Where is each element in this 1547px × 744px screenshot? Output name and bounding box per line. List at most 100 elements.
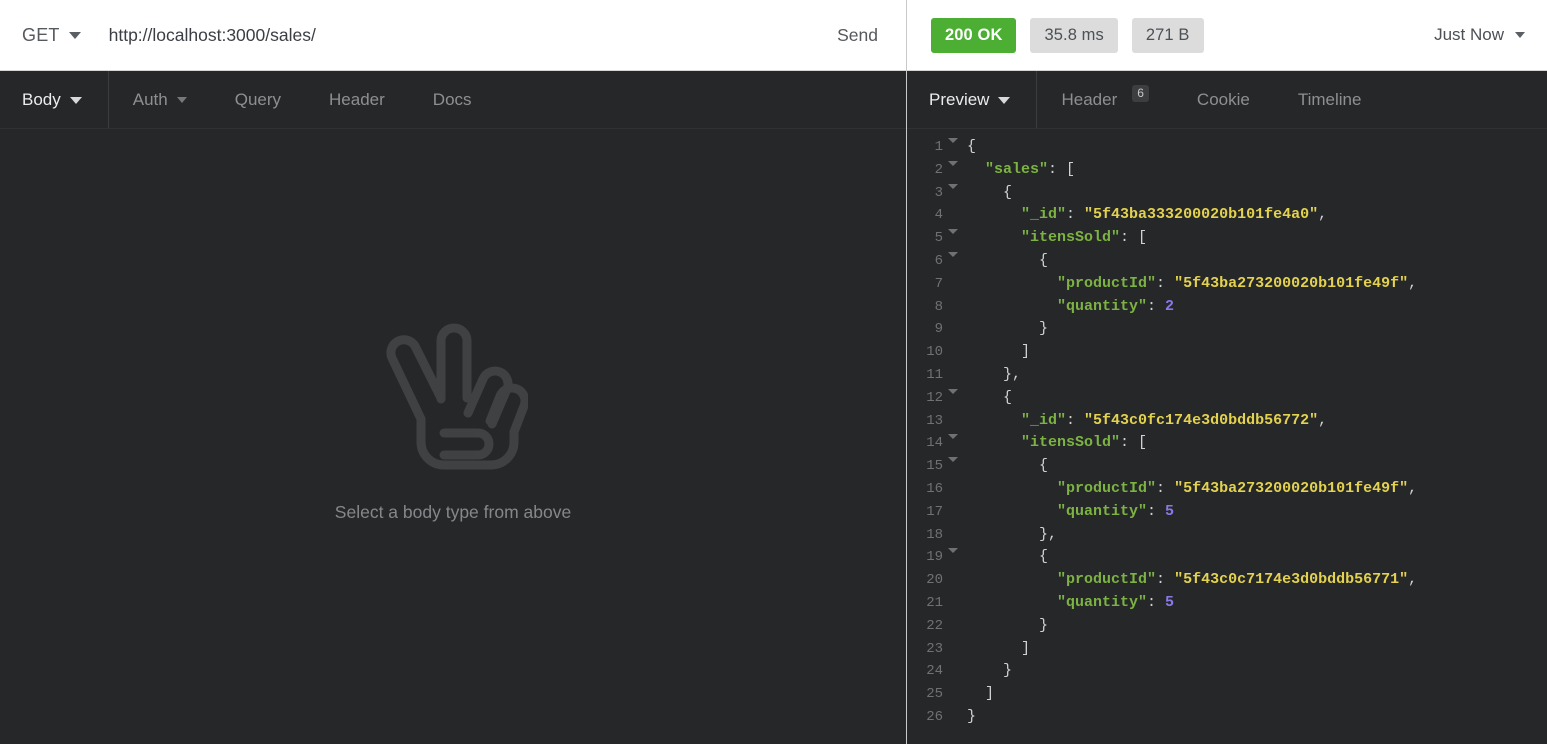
line-number: 9 <box>934 321 943 338</box>
fold-triangle-icon[interactable] <box>943 546 963 554</box>
line-number: 10 <box>926 344 943 361</box>
code-line: 6 { <box>907 250 1547 273</box>
tab-response-header-label: Header <box>1061 90 1118 109</box>
code-line: 19 { <box>907 546 1547 569</box>
code-text: { <box>1039 251 1049 269</box>
code-text: }, <box>1003 365 1022 383</box>
fold-triangle-icon[interactable] <box>943 159 963 166</box>
tab-cookie[interactable]: Cookie <box>1173 71 1274 129</box>
tab-timeline[interactable]: Timeline <box>1274 71 1386 129</box>
code-line: 26} <box>907 706 1547 729</box>
tab-preview-label: Preview <box>929 90 990 109</box>
code-line: 1{ <box>907 136 1547 159</box>
header-count-badge: 6 <box>1132 84 1149 102</box>
chevron-down-icon <box>176 97 187 103</box>
code-line: 21 "quantity": 5 <box>907 592 1547 615</box>
method-label: GET <box>22 24 60 45</box>
line-number: 20 <box>926 572 943 589</box>
line-number: 16 <box>926 480 943 497</box>
code-line: 24 } <box>907 660 1547 683</box>
tab-docs-label: Docs <box>432 90 472 109</box>
tab-query[interactable]: Query <box>211 71 305 129</box>
response-history-dropdown[interactable]: Just Now <box>1434 25 1525 45</box>
code-line: 14 "itensSold": [ <box>907 432 1547 455</box>
response-body-json[interactable]: 1{2 "sales": [3 {4 "_id": "5f43ba3332000… <box>907 129 1547 744</box>
fold-triangle-icon[interactable] <box>943 136 963 143</box>
code-text: "quantity": 5 <box>1057 593 1175 611</box>
code-line: 12 { <box>907 387 1547 410</box>
code-text: }, <box>1039 525 1058 543</box>
line-number: 23 <box>926 640 943 657</box>
request-tab-bar: Body Auth Query Header Docs <box>0 71 906 129</box>
code-text: ] <box>985 685 995 703</box>
code-line: 4 "_id": "5f43ba333200020b101fe4a0", <box>907 204 1547 227</box>
line-number: 24 <box>926 663 943 680</box>
insomnia-window: GET Send Body Auth Query Header Docs <box>0 0 1547 744</box>
line-number: 12 <box>926 389 943 406</box>
url-input[interactable] <box>80 24 818 46</box>
tab-response-header[interactable]: Header 6 <box>1037 71 1172 129</box>
code-line: 2 "sales": [ <box>907 159 1547 182</box>
line-number: 5 <box>934 230 943 247</box>
code-line: 5 "itensSold": [ <box>907 227 1547 250</box>
code-text: { <box>1039 548 1049 566</box>
fold-triangle-icon[interactable] <box>943 182 963 189</box>
code-text: "_id": "5f43ba333200020b101fe4a0", <box>1021 206 1328 224</box>
line-number: 7 <box>934 275 943 292</box>
chevron-down-icon <box>68 31 81 39</box>
body-empty-text: Select a body type from above <box>334 502 572 522</box>
response-time-badge: 35.8 ms <box>1030 17 1118 53</box>
line-number: 15 <box>926 458 943 475</box>
tab-docs[interactable]: Docs <box>409 71 496 129</box>
code-line: 15 { <box>907 455 1547 478</box>
line-number: 4 <box>934 207 943 224</box>
fold-triangle-icon[interactable] <box>943 387 963 394</box>
tab-auth[interactable]: Auth <box>109 71 211 129</box>
code-text: } <box>1003 662 1013 680</box>
code-line: 8 "quantity": 2 <box>907 296 1547 319</box>
code-text: "productId": "5f43ba273200020b101fe49f", <box>1057 274 1418 292</box>
fold-triangle-icon[interactable] <box>943 455 963 463</box>
method-dropdown[interactable]: GET <box>0 0 81 70</box>
tab-header[interactable]: Header <box>305 71 409 129</box>
send-button[interactable]: Send <box>817 25 906 46</box>
code-text: { <box>967 138 977 155</box>
fold-triangle-icon[interactable] <box>943 432 963 440</box>
code-text: { <box>1039 457 1049 475</box>
code-text: "itensSold": [ <box>1021 434 1148 452</box>
code-text: ] <box>1021 639 1031 657</box>
code-line: 16 "productId": "5f43ba273200020b101fe49… <box>907 478 1547 501</box>
code-line: 10 ] <box>907 341 1547 364</box>
chevron-down-icon <box>998 96 1011 104</box>
code-line: 17 "quantity": 5 <box>907 501 1547 524</box>
fold-triangle-icon[interactable] <box>943 227 963 235</box>
code-line: 25 ] <box>907 683 1547 706</box>
code-line: 22 } <box>907 615 1547 638</box>
tab-body[interactable]: Body <box>0 71 109 129</box>
code-line: 13 "_id": "5f43c0fc174e3d0bddb56772", <box>907 410 1547 433</box>
code-line: 9 } <box>907 318 1547 341</box>
line-number: 19 <box>926 549 943 566</box>
line-number: 6 <box>934 252 943 269</box>
tab-query-label: Query <box>234 90 282 109</box>
line-number: 1 <box>934 139 943 155</box>
line-number: 21 <box>926 594 943 611</box>
tab-preview[interactable]: Preview <box>907 71 1038 129</box>
tab-cookie-label: Cookie <box>1196 90 1250 109</box>
fold-triangle-icon[interactable] <box>943 250 963 257</box>
response-size-badge: 271 B <box>1131 17 1204 53</box>
line-number: 25 <box>926 686 943 703</box>
line-number: 22 <box>926 617 943 634</box>
code-text: "productId": "5f43ba273200020b101fe49f", <box>1057 479 1418 497</box>
line-number: 18 <box>926 526 943 543</box>
code-text: } <box>967 707 977 725</box>
code-text: "sales": [ <box>985 160 1076 178</box>
